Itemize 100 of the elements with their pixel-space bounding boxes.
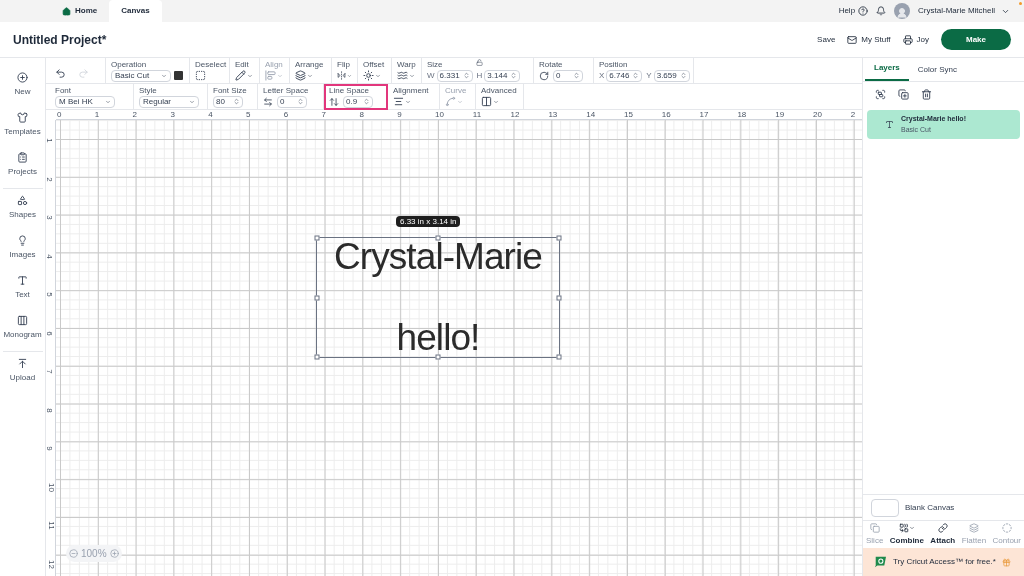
flatten-icon xyxy=(968,522,979,533)
resize-handle[interactable] xyxy=(314,295,320,300)
ruler-label: 9 xyxy=(46,446,54,451)
stepper-icon[interactable] xyxy=(632,72,640,79)
field-prefix: X xyxy=(599,69,605,82)
field-prefix: Y xyxy=(646,69,652,82)
line-space-icon xyxy=(329,96,339,107)
layer-action[interactable]: Attach xyxy=(930,522,956,547)
make-button[interactable]: Make xyxy=(941,29,1011,50)
caret-icon xyxy=(247,72,253,79)
undo-icon[interactable] xyxy=(55,67,66,79)
number-field[interactable]: 0 xyxy=(277,95,307,108)
top-tab[interactable]: Canvas xyxy=(109,0,162,22)
text-icon xyxy=(885,120,894,129)
ruler-label: 8 xyxy=(46,407,54,413)
group-icon[interactable] xyxy=(875,88,886,100)
gift-icon xyxy=(1001,557,1011,567)
resize-handle[interactable] xyxy=(556,295,562,300)
clipboard-icon xyxy=(17,152,28,163)
resize-handle[interactable] xyxy=(435,354,441,360)
offset-icon xyxy=(363,70,374,81)
color-swatch[interactable] xyxy=(174,71,183,80)
caret-icon xyxy=(105,98,111,105)
promo-banner[interactable]: Try Cricut Access™ for free.* xyxy=(863,548,1024,576)
number-field[interactable]: 80 xyxy=(213,95,243,108)
group-label: Edit xyxy=(235,60,249,69)
text-object[interactable]: Crystal-Marie hello! xyxy=(316,237,560,358)
columns-icon xyxy=(481,96,492,107)
unlocked-icon[interactable] xyxy=(476,58,483,66)
resize-handle[interactable] xyxy=(435,235,441,241)
panel-tab[interactable]: Color Sync xyxy=(908,64,966,81)
ruler-label: 3 xyxy=(170,110,175,119)
header-action[interactable]: Save xyxy=(817,33,836,46)
zoom-in-icon[interactable] xyxy=(109,549,119,558)
layer-action[interactable]: Combine xyxy=(889,522,924,547)
canvas-text: hello! xyxy=(396,319,480,357)
warp-tool[interactable] xyxy=(397,70,416,81)
group-label: Style xyxy=(139,85,157,95)
delete-icon[interactable] xyxy=(921,88,932,100)
header-action[interactable]: Joy xyxy=(902,33,929,46)
stepper-icon[interactable] xyxy=(297,98,304,105)
sidebar-item[interactable]: Templates xyxy=(4,112,41,138)
stepper-icon[interactable] xyxy=(462,72,470,79)
number-field[interactable]: 3.144 xyxy=(484,69,521,82)
caret-icon xyxy=(457,98,463,105)
ruler-label: 5 xyxy=(46,292,54,297)
zoom-out-icon[interactable] xyxy=(69,549,78,558)
ruler-label: 2 xyxy=(850,110,856,119)
resize-handle[interactable] xyxy=(314,354,320,360)
dropdown-select[interactable]: Basic Cut xyxy=(111,69,171,82)
ruler-label: 4 xyxy=(46,253,54,259)
group-label: Operation xyxy=(111,59,147,69)
new-icon xyxy=(17,72,28,83)
sidebar-item[interactable]: Shapes xyxy=(8,195,37,221)
canvas-text: Crystal-Marie xyxy=(334,238,542,276)
number-field[interactable]: 3.659 xyxy=(653,69,690,82)
sidebar-item[interactable]: Text xyxy=(15,275,30,301)
caret-icon xyxy=(307,72,313,79)
ruler-label: 6 xyxy=(46,330,54,336)
stepper-icon[interactable] xyxy=(679,72,687,79)
letter-space-icon xyxy=(263,96,273,107)
canvas-swatch[interactable] xyxy=(871,498,899,517)
duplicate-icon[interactable] xyxy=(898,88,909,100)
align-icon xyxy=(265,70,276,81)
sidebar-item[interactable]: Images xyxy=(9,235,36,261)
help-link[interactable]: Help xyxy=(838,5,869,17)
sidebar-item[interactable]: Upload xyxy=(9,358,36,384)
sidebar-item[interactable]: New xyxy=(14,72,31,98)
stepper-icon[interactable] xyxy=(233,98,240,105)
top-tab[interactable]: Home xyxy=(50,0,110,22)
header-action[interactable]: My Stuff xyxy=(847,33,891,46)
flip-tool[interactable] xyxy=(337,70,352,81)
grid-canvas[interactable]: 6.33 in x 3.14 in Crystal-Marie hello! 100% xyxy=(56,120,862,576)
notifications-icon[interactable] xyxy=(876,6,887,16)
resize-handle[interactable] xyxy=(314,235,320,241)
stepper-icon[interactable] xyxy=(573,72,580,79)
blank-canvas-label: Blank Canvas xyxy=(905,501,955,514)
group-label: Curve xyxy=(445,86,467,95)
link-icon xyxy=(937,522,948,533)
number-field[interactable]: 6.331 xyxy=(436,69,473,82)
number-field[interactable]: 6.746 xyxy=(606,69,643,82)
stepper-icon[interactable] xyxy=(363,98,370,105)
ruler-label: 1 xyxy=(46,138,54,143)
avatar[interactable] xyxy=(894,3,911,19)
number-field[interactable]: 0.9 xyxy=(343,95,373,108)
dropdown-select[interactable]: M Bei HK xyxy=(55,95,115,108)
sidebar-item[interactable]: Monogram xyxy=(3,315,42,341)
resize-handle[interactable] xyxy=(556,354,562,360)
stepper-icon[interactable] xyxy=(510,72,518,79)
sidebar-item[interactable]: Projects xyxy=(8,152,37,178)
shirt-icon xyxy=(17,112,28,123)
panel-tab[interactable]: Layers xyxy=(865,62,909,81)
group-label: Align xyxy=(265,60,283,69)
caret-icon xyxy=(375,72,381,79)
dimension-tooltip: 6.33 in x 3.14 in xyxy=(396,216,461,227)
dropdown-select[interactable]: Regular xyxy=(139,95,199,108)
pencil-tool[interactable] xyxy=(235,70,254,81)
number-field[interactable]: 0 xyxy=(553,69,583,82)
resize-handle[interactable] xyxy=(556,235,562,241)
account-menu[interactable]: Crystal-Marie Mitchell xyxy=(918,5,1010,17)
